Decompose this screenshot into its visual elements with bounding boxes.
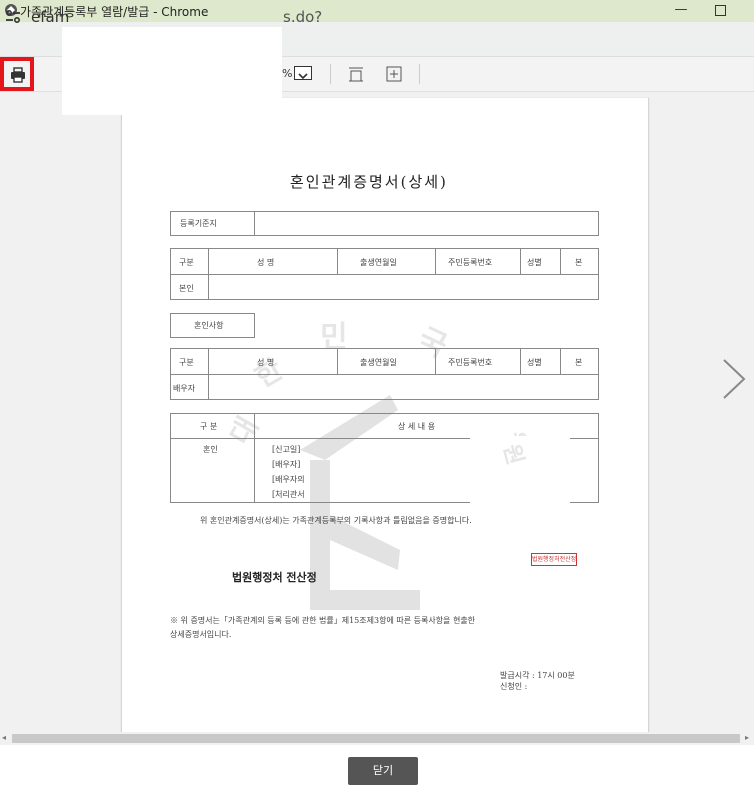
site-info-icon[interactable] <box>3 7 23 27</box>
note-line-2: 상세증명서입니다. <box>170 630 232 639</box>
col-divider <box>520 348 521 374</box>
header-resident-no: 주민등록번호 <box>448 358 493 367</box>
fit-page-icon[interactable] <box>385 64 403 84</box>
header-birth: 출생연월일 <box>360 258 397 267</box>
header-category: 구분 <box>179 358 194 367</box>
redaction-box <box>62 27 282 115</box>
url-text-start[interactable]: efam <box>31 8 69 26</box>
toolbar-divider <box>330 64 331 84</box>
col-divider <box>520 248 521 274</box>
zoom-level-text: % <box>282 67 293 80</box>
maximize-button[interactable] <box>710 0 732 22</box>
applicant-label: 신청인 : <box>500 682 528 691</box>
issue-time: 발급시각 : 17시 00분 <box>500 671 575 680</box>
chevron-down-icon <box>298 73 308 80</box>
col-divider <box>435 348 436 374</box>
row-divider <box>170 374 599 375</box>
minimize-button[interactable]: — <box>670 0 692 22</box>
toolbar-divider <box>419 64 420 84</box>
header-origin: 본 <box>575 258 583 267</box>
col-divider <box>208 348 209 400</box>
scrollbar-thumb[interactable] <box>12 734 740 743</box>
col-divider <box>208 248 209 300</box>
col-divider <box>560 348 561 374</box>
col-divider <box>560 248 561 274</box>
official-seal: 법원행정처전산정보 <box>531 553 577 566</box>
certification-text: 위 혼인관계증명서(상세)는 가족관계등록부의 기록사항과 틀림없음을 증명합니… <box>200 516 472 525</box>
row-divider <box>170 274 599 275</box>
detail-line: [신고일] <box>272 445 301 454</box>
scroll-left-arrow-icon[interactable]: ◂ <box>2 733 6 742</box>
print-button[interactable] <box>0 57 34 91</box>
col-divider <box>337 248 338 274</box>
zoom-dropdown[interactable] <box>294 66 312 80</box>
marriage-section-label: 혼인사항 <box>194 321 224 330</box>
header-sex: 성별 <box>527 358 542 367</box>
close-button[interactable]: 닫기 <box>348 757 418 785</box>
header-name: 성 명 <box>257 358 275 367</box>
header-sex: 성별 <box>527 258 542 267</box>
header-birth: 출생연월일 <box>360 358 397 367</box>
fit-width-icon[interactable] <box>347 64 365 84</box>
detail-line: [배우자] <box>272 460 301 469</box>
cell-divider <box>254 211 255 236</box>
printer-icon <box>11 67 25 83</box>
header-origin: 본 <box>575 358 583 367</box>
detail-line: [처리관서 <box>272 490 305 499</box>
self-label: 본인 <box>179 284 194 293</box>
issuing-authority: 법원행정처 전산정 <box>232 571 317 584</box>
header-category: 구분 <box>179 258 194 267</box>
header-resident-no: 주민등록번호 <box>448 258 493 267</box>
detail-header-content: 상 세 내 용 <box>398 422 436 431</box>
url-text-end[interactable]: s.do? <box>283 8 322 26</box>
col-divider <box>337 348 338 374</box>
detail-line: [배우자의 <box>272 475 305 484</box>
chevron-right-icon[interactable] <box>718 356 748 402</box>
scroll-right-arrow-icon[interactable]: ▸ <box>745 733 749 742</box>
spouse-label: 배우자 <box>173 384 196 393</box>
col-divider <box>254 413 255 503</box>
detail-header-category: 구 분 <box>200 422 218 431</box>
note-line-1: ※ 위 증명서는「가족관계의 등록 등에 관한 법률」제15조제3항에 따른 등… <box>170 616 476 625</box>
registry-label: 등록기준지 <box>180 219 217 228</box>
document-title: 혼인관계증명서(상세) <box>290 173 448 191</box>
marriage-label: 혼인 <box>203 445 218 454</box>
registry-row <box>170 211 599 236</box>
header-name: 성 명 <box>257 258 275 267</box>
col-divider <box>435 248 436 274</box>
